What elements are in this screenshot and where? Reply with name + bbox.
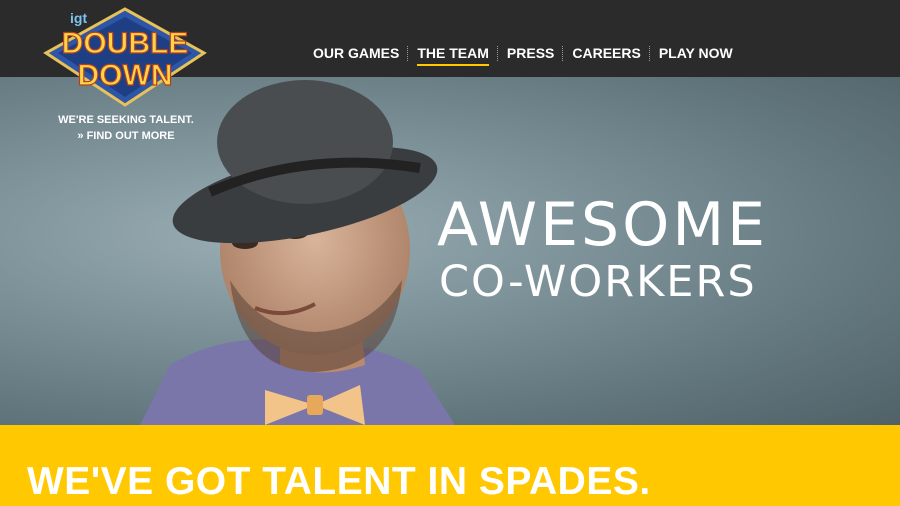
doubledown-logo[interactable]: igt DOUBLE DOWN	[42, 5, 208, 109]
hero-headline: AWESOME CO-WORKERS	[437, 192, 768, 306]
logo-igt: igt	[70, 10, 87, 26]
nav-careers[interactable]: CAREERS	[564, 45, 648, 61]
nav-play-now[interactable]: PLAY NOW	[651, 45, 741, 61]
logo-line1: DOUBLE	[62, 27, 189, 60]
main-nav: OUR GAMES THE TEAM PRESS CAREERS PLAY NO…	[305, 44, 741, 66]
hero-line2: CO-WORKERS	[439, 257, 757, 307]
seeking-text: WE'RE SEEKING TALENT.	[58, 114, 194, 126]
hero-line1: AWESOME	[437, 190, 768, 260]
find-out-more-link[interactable]: » FIND OUT MORE	[40, 128, 212, 144]
seeking-talent-promo: WE'RE SEEKING TALENT. » FIND OUT MORE	[40, 112, 212, 144]
banner-headline: WE'VE GOT TALENT IN SPADES.	[27, 460, 651, 503]
nav-the-team[interactable]: THE TEAM	[409, 45, 497, 66]
nav-our-games[interactable]: OUR GAMES	[305, 45, 407, 61]
nav-press[interactable]: PRESS	[499, 45, 562, 61]
logo-line2: DOWN	[78, 59, 173, 92]
